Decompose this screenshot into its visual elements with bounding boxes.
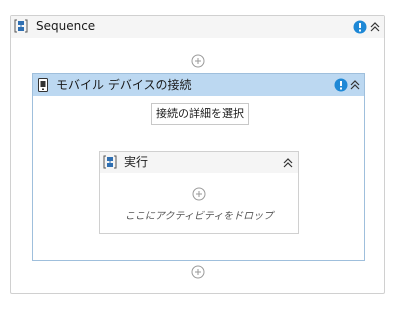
mobile-device-icon [38,78,48,92]
drop-activity-hint: ここにアクティビティをドロップ [124,211,274,222]
add-activity-icon[interactable] [191,265,205,279]
chevron-up-double-icon[interactable] [282,157,294,169]
sequence-icon [103,155,117,169]
connect-device-activity[interactable]: モバイル デバイスの接続 接続の詳細を選択 実行 ここにアクティビティをドロップ [32,73,365,261]
add-activity-icon[interactable] [191,54,205,68]
add-activity-icon[interactable] [192,187,206,201]
sequence-header[interactable]: Sequence [11,16,384,38]
execute-scope[interactable]: 実行 ここにアクティビティをドロップ [99,151,299,234]
execute-scope-title: 実行 [124,155,149,169]
connect-device-title: モバイル デバイスの接続 [56,78,192,92]
warning-icon[interactable] [353,20,367,34]
sequence-title: Sequence [36,19,96,33]
connect-device-header[interactable]: モバイル デバイスの接続 [33,74,364,96]
warning-icon[interactable] [334,78,348,92]
execute-scope-header[interactable]: 実行 [100,152,298,173]
sequence-container[interactable]: Sequence モバイル デバイスの接続 接続の詳細を選択 実行 ここにアクテ… [10,15,385,294]
chevron-up-double-icon[interactable] [349,79,361,91]
sequence-icon [14,19,28,33]
select-connection-details-button[interactable]: 接続の詳細を選択 [151,103,249,125]
chevron-up-double-icon[interactable] [369,21,381,33]
